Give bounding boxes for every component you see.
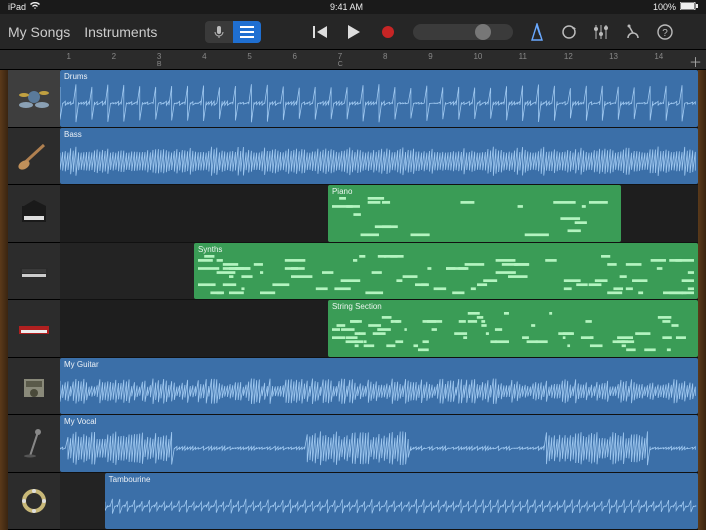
left-rail (0, 70, 8, 530)
toolbar: My Songs Instruments (0, 14, 706, 50)
region-label: Drums (64, 72, 694, 81)
ruler-marker: 2 (112, 52, 116, 61)
track-header-synth[interactable] (8, 243, 60, 301)
ruler-marker: 13 (609, 52, 618, 61)
region-audio[interactable]: My Guitar (60, 358, 698, 415)
piano-icon (16, 198, 52, 228)
track-row[interactable]: Tambourine (60, 473, 698, 530)
region-midi[interactable]: Synths (194, 243, 698, 300)
ruler-marker: 1 (66, 52, 70, 61)
synth-icon (16, 256, 52, 286)
amp-icon (16, 371, 52, 401)
track-header-bass[interactable] (8, 128, 60, 186)
ruler-marker: 14 (654, 52, 663, 61)
track-header-amp[interactable] (8, 358, 60, 416)
track-row[interactable]: My Guitar (60, 358, 698, 416)
loop-icon[interactable] (559, 22, 579, 42)
view-toggle (205, 21, 261, 43)
svg-text:?: ? (663, 28, 669, 39)
mixer-icon[interactable] (591, 22, 611, 42)
region-audio[interactable]: Bass (60, 128, 698, 185)
settings-icon[interactable] (623, 22, 643, 42)
track-headers (8, 70, 60, 530)
track-row[interactable]: Drums (60, 70, 698, 128)
region-label: Synths (198, 245, 694, 254)
region-midi[interactable]: String Section (328, 300, 698, 357)
region-audio[interactable]: My Vocal (60, 415, 698, 472)
track-header-tambourine[interactable] (8, 473, 60, 530)
transport-controls (309, 21, 399, 43)
waveform (60, 140, 698, 183)
ruler-marker: 12 (564, 52, 573, 61)
region-label: String Section (332, 302, 694, 311)
battery-icon (680, 2, 698, 12)
volume-thumb[interactable] (475, 24, 491, 40)
ruler-marker: 7C (338, 52, 343, 68)
ruler-marker: 10 (473, 52, 482, 61)
timeline-ruler[interactable]: ＋ 123B4567C891011121314 (60, 50, 706, 70)
midi-notes (198, 255, 694, 296)
ruler-corner (0, 50, 60, 70)
midi-notes (332, 197, 618, 238)
play-button[interactable] (343, 21, 365, 43)
region-label: Piano (332, 187, 618, 196)
help-icon[interactable]: ? (655, 22, 675, 42)
tambourine-icon (16, 486, 52, 516)
ruler-marker: 4 (202, 52, 206, 61)
region-audio[interactable]: Drums (60, 70, 698, 127)
track-row[interactable]: Piano (60, 185, 698, 243)
drums-icon (16, 83, 52, 113)
input-view-button[interactable] (205, 21, 233, 43)
ruler-marker: 11 (519, 52, 527, 61)
record-button[interactable] (377, 21, 399, 43)
waveform (60, 370, 698, 413)
battery-pct: 100% (653, 2, 676, 12)
region-label: Bass (64, 130, 694, 139)
tracks-view-button[interactable] (233, 21, 261, 43)
track-row[interactable]: My Vocal (60, 415, 698, 473)
status-bar: iPad 9:41 AM 100% (0, 0, 706, 14)
instruments-button[interactable]: Instruments (84, 24, 157, 40)
track-header-drums[interactable] (8, 70, 60, 128)
track-row[interactable]: Bass (60, 128, 698, 186)
track-row[interactable]: String Section (60, 300, 698, 358)
track-header-mic[interactable] (8, 415, 60, 473)
track-row[interactable]: Synths (60, 243, 698, 301)
ruler-marker: 6 (293, 52, 297, 61)
waveform (60, 82, 698, 125)
mic-icon (16, 428, 52, 458)
wifi-icon (30, 2, 40, 12)
ruler-marker: 9 (428, 52, 432, 61)
rewind-button[interactable] (309, 21, 331, 43)
tracks-column[interactable]: Drums Bass Piano Synths String Section My Gui… (60, 70, 698, 530)
add-track-button[interactable]: ＋ (689, 52, 702, 71)
waveform (105, 485, 698, 528)
device-label: iPad (8, 2, 26, 12)
region-label: Tambourine (109, 475, 694, 484)
keys-icon (16, 313, 52, 343)
ruler-marker: 8 (383, 52, 387, 61)
region-audio[interactable]: Tambourine (105, 473, 698, 530)
volume-slider[interactable] (413, 24, 513, 40)
ruler-marker: 5 (247, 52, 251, 61)
track-header-keys[interactable] (8, 300, 60, 358)
region-label: My Vocal (64, 417, 694, 426)
region-label: My Guitar (64, 360, 694, 369)
metronome-icon[interactable] (527, 22, 547, 42)
track-header-piano[interactable] (8, 185, 60, 243)
bass-icon (16, 141, 52, 171)
my-songs-button[interactable]: My Songs (8, 24, 70, 40)
region-midi[interactable]: Piano (328, 185, 622, 242)
waveform (60, 427, 698, 470)
clock: 9:41 AM (330, 2, 363, 12)
ruler-marker: 3B (157, 52, 162, 68)
midi-notes (332, 312, 694, 353)
right-rail (698, 70, 706, 530)
track-area: Drums Bass Piano Synths String Section My Gui… (0, 70, 706, 530)
